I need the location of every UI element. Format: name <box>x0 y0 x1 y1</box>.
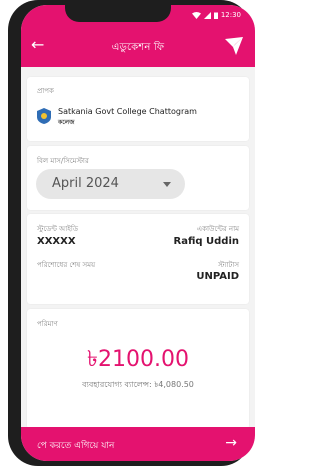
arrow-right-icon: → <box>225 435 237 451</box>
wifi-icon <box>191 11 201 19</box>
selected-month: April 2024 <box>52 176 119 191</box>
student-id-value: XXXXX <box>37 236 76 247</box>
student-details-card: স্টুডেন্ট আইডি একাউন্টের নাম XXXXX Rafiq… <box>27 214 249 304</box>
account-name-label: একাউন্টের নাম <box>196 225 239 233</box>
student-id-label: স্টুডেন্ট আইডি <box>37 225 79 233</box>
account-name-value: Rafiq Uddin <box>173 236 239 247</box>
amount-value: ৳2100.00 <box>87 347 189 372</box>
institution-name: Satkania Govt College Chattogram <box>58 107 197 116</box>
status-value: UNPAID <box>196 271 239 282</box>
signal-icon <box>203 11 211 19</box>
institution-card: প্রাপক Satkania Govt College Chattogram … <box>27 77 249 141</box>
camera-notch <box>65 5 171 22</box>
college-logo-icon <box>37 108 51 124</box>
due-date-label: পরিশোধের শেষ সময় <box>37 261 96 269</box>
page-title: এডুকেশন ফি <box>111 42 165 53</box>
status-bar: 12:30 <box>21 5 255 27</box>
bkash-bird-logo-icon <box>225 37 243 55</box>
proceed-label: পে করতে এগিয়ে যান <box>37 441 115 451</box>
institution-type: কলেজ <box>58 119 75 126</box>
status-time: 12:30 <box>220 11 241 19</box>
bill-month-dropdown[interactable]: April 2024 <box>36 169 185 199</box>
proceed-to-pay-button[interactable]: পে করতে এগিয়ে যান → <box>21 427 255 461</box>
app-bar: ← এডুকেশন ফি <box>21 27 255 67</box>
status-label: স্ট্যাটাস <box>218 261 239 269</box>
app-screen: 12:30 ← এডুকেশন ফি প্রাপক Satkania Govt … <box>21 5 255 461</box>
phone-frame: 12:30 ← এডুকেশন ফি প্রাপক Satkania Govt … <box>8 0 255 466</box>
available-balance: ব্যবহারযোগ্য ব্যালেন্স: ৳4,080.50 <box>82 380 194 389</box>
battery-icon <box>213 12 218 19</box>
chevron-down-icon <box>163 182 171 187</box>
recipient-label: প্রাপক <box>37 87 54 95</box>
status-icons: 12:30 <box>191 10 241 20</box>
amount-label: পরিমাণ <box>37 320 58 328</box>
bill-month-label: বিল মাস/সিমেস্টার <box>37 157 89 165</box>
bill-month-card: বিল মাস/সিমেস্টার April 2024 <box>27 146 249 210</box>
amount-card: পরিমাণ ৳2100.00 ব্যবহারযোগ্য ব্যালেন্স: … <box>27 309 249 429</box>
